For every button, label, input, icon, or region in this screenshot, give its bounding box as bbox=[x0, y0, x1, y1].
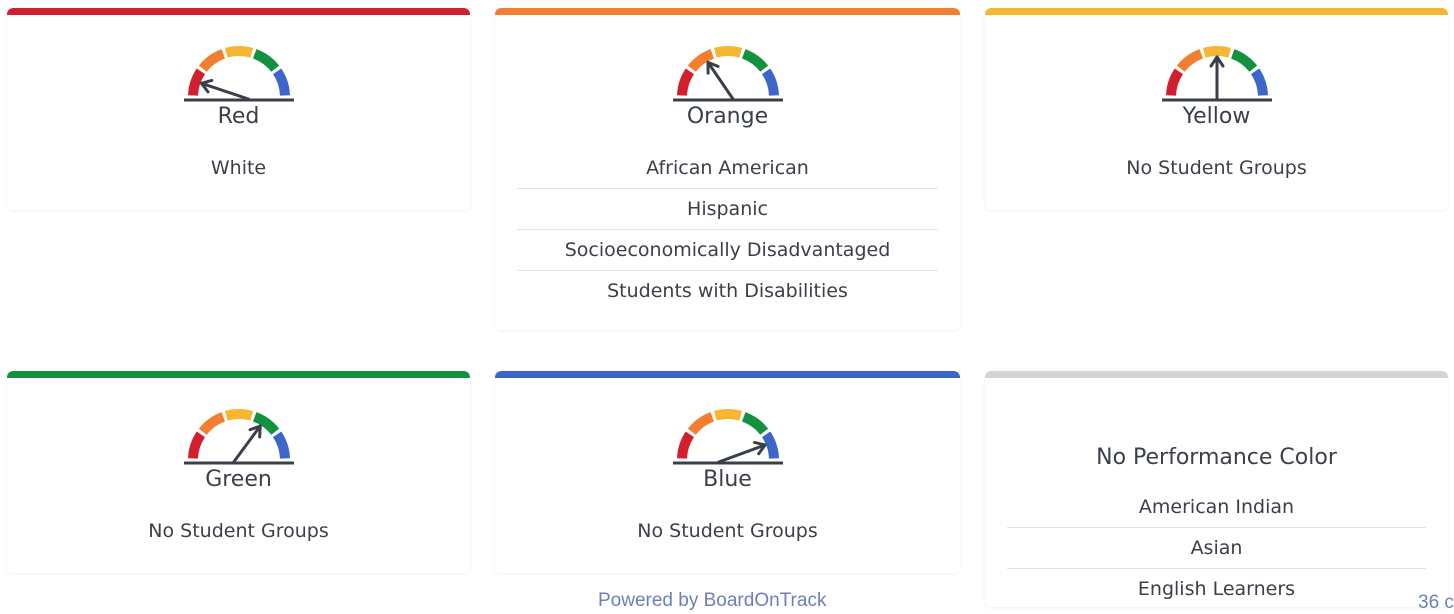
gauge-needle bbox=[231, 424, 262, 464]
gauge-segment bbox=[1165, 68, 1183, 96]
student-group-item: English Learners bbox=[1137, 578, 1296, 600]
gauge-segment bbox=[713, 409, 742, 421]
color-bar-gray bbox=[985, 371, 1448, 378]
student-groups: African American Hispanic Socioeconomica… bbox=[517, 148, 938, 311]
gauge-segment bbox=[198, 49, 225, 72]
gauge-segment bbox=[1176, 49, 1203, 72]
color-bar-red bbox=[7, 8, 470, 15]
student-groups: White bbox=[29, 148, 448, 188]
student-group-item: American Indian bbox=[1007, 487, 1426, 528]
gauge-segment bbox=[713, 46, 742, 58]
gauge-segment bbox=[252, 49, 279, 72]
student-group-item: African American bbox=[517, 148, 938, 189]
student-group-item: Hispanic bbox=[517, 189, 938, 230]
gauge-segment bbox=[761, 431, 779, 459]
gauge-segment bbox=[224, 409, 253, 421]
gauge-orange-icon bbox=[672, 46, 783, 102]
card-no-performance-color: No Performance Color American Indian Asi… bbox=[985, 371, 1448, 607]
color-bar-yellow bbox=[985, 8, 1448, 15]
color-label: Green bbox=[205, 467, 272, 492]
student-groups: No Student Groups bbox=[1007, 148, 1426, 188]
gauge-segment bbox=[1250, 68, 1268, 96]
gauge-segment bbox=[687, 412, 714, 435]
student-group-item: Socioeconomically Disadvantaged bbox=[517, 230, 938, 271]
gauge-segment bbox=[676, 431, 694, 459]
powered-by-link[interactable]: Powered by BoardOnTrack bbox=[598, 590, 826, 612]
student-group-item: No Student Groups bbox=[148, 520, 329, 542]
gauge-segment bbox=[1202, 46, 1231, 58]
gauge-segment bbox=[187, 68, 205, 96]
gauge-segment bbox=[272, 68, 290, 96]
gauge-segment bbox=[741, 412, 768, 435]
student-group-item: No Student Groups bbox=[637, 520, 818, 542]
gauge-red-icon bbox=[183, 46, 294, 102]
card-green: Green No Student Groups bbox=[7, 371, 470, 573]
student-group-item: Asian bbox=[1007, 528, 1426, 569]
student-groups: No Student Groups bbox=[29, 511, 448, 551]
gauge-segment bbox=[198, 412, 225, 435]
card-orange: Orange African American Hispanic Socioec… bbox=[495, 8, 960, 330]
color-bar-blue bbox=[495, 371, 960, 378]
color-label: Blue bbox=[703, 467, 752, 492]
gauge-segment bbox=[761, 68, 779, 96]
color-label: Orange bbox=[686, 104, 769, 129]
color-label: No Performance Color bbox=[1096, 445, 1337, 470]
gauge-segment bbox=[741, 49, 768, 72]
color-label: Yellow bbox=[1182, 104, 1251, 129]
gauge-segment bbox=[1230, 49, 1257, 72]
card-yellow: Yellow No Student Groups bbox=[985, 8, 1448, 210]
page-number: 36 c bbox=[1418, 592, 1454, 613]
card-blue: Blue No Student Groups bbox=[495, 371, 960, 573]
student-groups: American Indian Asian English Learners bbox=[1007, 487, 1426, 607]
color-label: Red bbox=[217, 104, 260, 129]
gauge-segment bbox=[187, 431, 205, 459]
gauge-green-icon bbox=[183, 409, 294, 465]
color-bar-orange bbox=[495, 8, 960, 15]
gauge-blue-icon bbox=[672, 409, 783, 465]
student-group-item: White bbox=[210, 157, 267, 179]
gauge-segment bbox=[224, 46, 253, 58]
gauge-segment bbox=[272, 431, 290, 459]
student-groups: No Student Groups bbox=[517, 511, 938, 551]
color-bar-green bbox=[7, 371, 470, 378]
gauge-yellow-icon bbox=[1161, 46, 1272, 102]
card-red: Red White bbox=[7, 8, 470, 210]
gauge-segment bbox=[676, 68, 694, 96]
student-group-item: Students with Disabilities bbox=[607, 280, 848, 302]
student-group-item: No Student Groups bbox=[1126, 157, 1307, 179]
gauge-needle bbox=[706, 60, 734, 101]
